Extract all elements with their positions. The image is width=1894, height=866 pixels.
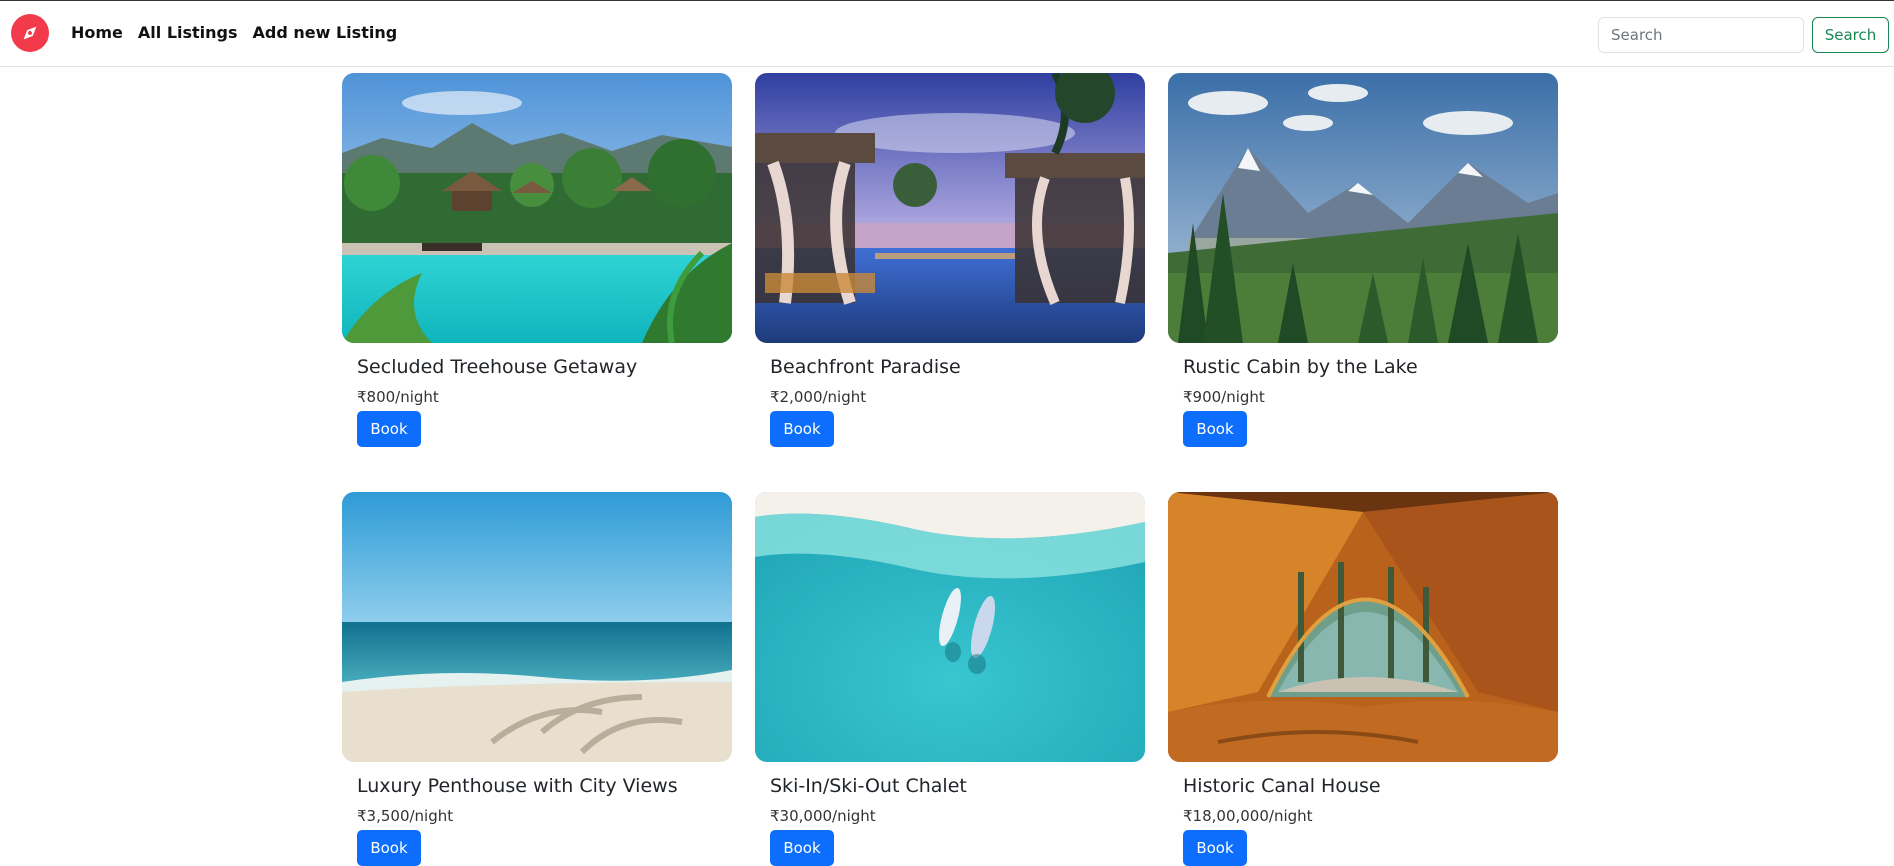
listing-price: ₹900/night [1183, 388, 1265, 406]
listing-price: ₹800/night [357, 388, 439, 406]
listing-title[interactable]: Rustic Cabin by the Lake [1183, 356, 1418, 378]
listing-title[interactable]: Historic Canal House [1183, 775, 1381, 797]
listing-title[interactable]: Luxury Penthouse with City Views [357, 775, 678, 797]
book-button[interactable]: Book [770, 830, 834, 866]
listing-image[interactable] [1168, 492, 1558, 762]
book-button[interactable]: Book [1183, 830, 1247, 866]
search-input[interactable] [1598, 17, 1804, 53]
brand-logo[interactable] [11, 14, 49, 52]
nav-links: Home All Listings Add new Listing [71, 23, 397, 42]
search-button[interactable]: Search [1812, 17, 1889, 53]
listing-price: ₹2,000/night [770, 388, 867, 406]
listing-card[interactable]: Rustic Cabin by the Lake ₹900/night Book [1168, 73, 1558, 447]
listing-image[interactable] [342, 492, 732, 762]
book-button[interactable]: Book [357, 411, 421, 447]
book-button[interactable]: Book [770, 411, 834, 447]
listing-image[interactable] [342, 73, 732, 343]
listing-title[interactable]: Ski-In/Ski-Out Chalet [770, 775, 967, 797]
listing-price: ₹18,00,000/night [1183, 807, 1313, 825]
listing-image[interactable] [755, 73, 1145, 343]
listing-image[interactable] [755, 492, 1145, 762]
listing-price: ₹30,000/night [770, 807, 876, 825]
listing-title[interactable]: Secluded Treehouse Getaway [357, 356, 637, 378]
compass-icon [23, 26, 37, 40]
listing-card[interactable]: Ski-In/Ski-Out Chalet ₹30,000/night Book [755, 492, 1145, 866]
listing-card[interactable]: Luxury Penthouse with City Views ₹3,500/… [342, 492, 732, 866]
listing-card[interactable]: Beachfront Paradise ₹2,000/night Book [755, 73, 1145, 447]
book-button[interactable]: Book [1183, 411, 1247, 447]
navbar: Home All Listings Add new Listing Search [0, 1, 1894, 67]
listing-price: ₹3,500/night [357, 807, 454, 825]
listing-image[interactable] [1168, 73, 1558, 343]
nav-all-listings-link[interactable]: All Listings [138, 23, 238, 42]
search-form: Search [1598, 17, 1889, 53]
nav-add-listing-link[interactable]: Add new Listing [253, 23, 398, 42]
listing-card[interactable]: Historic Canal House ₹18,00,000/night Bo… [1168, 492, 1558, 866]
listing-title[interactable]: Beachfront Paradise [770, 356, 961, 378]
listing-card[interactable]: Secluded Treehouse Getaway ₹800/night Bo… [342, 73, 732, 447]
book-button[interactable]: Book [357, 830, 421, 866]
nav-home-link[interactable]: Home [71, 23, 123, 42]
